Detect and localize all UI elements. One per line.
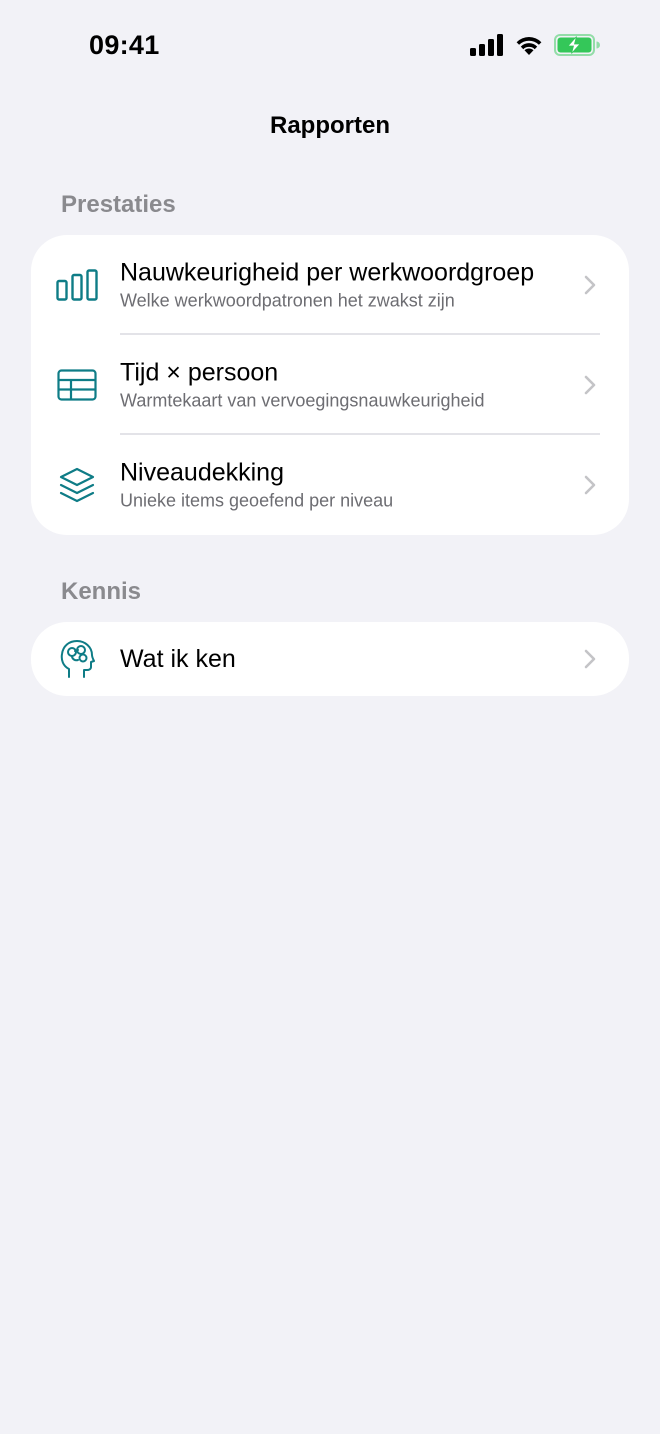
list-item-subtitle: Welke werkwoordpatronen het zwakst zijn bbox=[120, 290, 455, 311]
chevron-right-icon bbox=[584, 375, 596, 395]
section-header-prestaties: Prestaties bbox=[61, 191, 176, 218]
list-item-subtitle: Warmtekaart van vervoegingsnauwkeurighei… bbox=[120, 390, 485, 411]
list-item-subtitle: Unieke items geoefend per niveau bbox=[120, 490, 394, 511]
chevron-right-icon bbox=[584, 475, 596, 495]
bar-chart-icon bbox=[55, 263, 99, 307]
list-item-tijd-persoon[interactable]: Tijd × persoon Warmtekaart van vervoegin… bbox=[31, 335, 629, 435]
list-item-title: Wat ik ken bbox=[120, 645, 236, 673]
status-icons bbox=[470, 34, 600, 61]
list-item-title: Nauwkeurigheid per werkwoordgroep bbox=[120, 258, 535, 287]
kennis-list: Wat ik ken bbox=[31, 622, 629, 696]
list-item-niveaudekking[interactable]: Niveaudekking Unieke items geoefend per … bbox=[31, 435, 629, 535]
list-item-text: Nauwkeurigheid per werkwoordgroep Welke … bbox=[120, 258, 569, 313]
list-item-text: Wat ik ken bbox=[120, 644, 569, 674]
list-item-text: Tijd × persoon Warmtekaart van vervoegin… bbox=[120, 358, 569, 413]
page-title: Rapporten bbox=[270, 112, 390, 139]
status-time: 09:41 bbox=[89, 30, 160, 60]
list-item-werkwoordgroep[interactable]: Nauwkeurigheid per werkwoordgroep Welke … bbox=[31, 235, 629, 335]
list-item-text: Niveaudekking Unieke items geoefend per … bbox=[120, 458, 569, 513]
chevron-right-icon bbox=[584, 275, 596, 295]
list-item-title: Tijd × persoon bbox=[120, 358, 279, 387]
chevron-right-icon bbox=[584, 649, 596, 669]
status-bar: 09:41 bbox=[0, 0, 660, 96]
list-item-title: Niveaudekking bbox=[120, 458, 284, 487]
layers-icon bbox=[55, 463, 99, 507]
prestaties-list: Nauwkeurigheid per werkwoordgroep Welke … bbox=[31, 235, 629, 535]
section-header-kennis: Kennis bbox=[61, 578, 142, 605]
list-item-wat-ik-ken[interactable]: Wat ik ken bbox=[31, 622, 629, 696]
cellular-signal-icon bbox=[470, 34, 504, 61]
wifi-icon bbox=[514, 34, 544, 61]
brain-head-icon bbox=[55, 637, 99, 681]
table-grid-icon bbox=[55, 363, 99, 407]
battery-charging-icon bbox=[554, 34, 600, 61]
